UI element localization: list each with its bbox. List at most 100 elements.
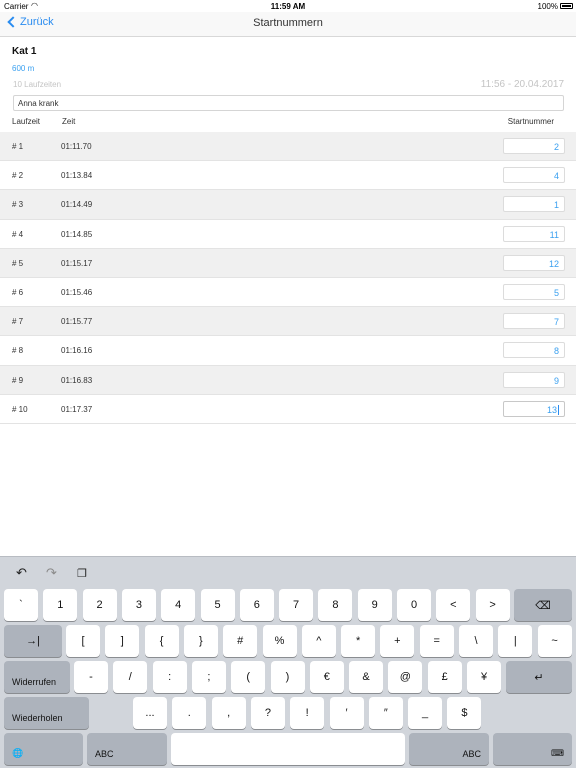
key[interactable]: )	[270, 661, 305, 693]
redo-icon[interactable]: ↷	[46, 565, 57, 581]
key[interactable]: @	[388, 661, 423, 693]
widerrufen-key[interactable]: Widerrufen	[4, 661, 70, 693]
startnummer-input[interactable]: 9	[503, 371, 565, 388]
return-key[interactable]: ↵	[506, 661, 572, 693]
table-row: # 3 01:14.49 1	[0, 190, 576, 220]
key-label: #	[237, 635, 244, 647]
delete-key[interactable]: ⌫	[514, 589, 572, 621]
key[interactable]: ¥	[467, 661, 501, 693]
distance-label: 600 m	[12, 64, 35, 73]
key[interactable]: -	[74, 661, 108, 693]
startnummer-input[interactable]: 5	[503, 283, 565, 300]
key[interactable]: 9	[357, 589, 392, 621]
key[interactable]: *	[341, 625, 376, 657]
key[interactable]: €	[309, 661, 344, 693]
key[interactable]: 2	[82, 589, 117, 621]
row-time: 01:15.77	[61, 317, 93, 327]
category-title: Kat 1	[12, 46, 37, 57]
key[interactable]: &	[349, 661, 384, 693]
abc-right-key[interactable]: ABC	[409, 733, 489, 765]
key[interactable]: <	[436, 589, 471, 621]
startnummer-input-active[interactable]: 13	[503, 400, 565, 417]
key-label: 2	[96, 599, 103, 611]
battery-icon	[560, 3, 573, 9]
key-label: ,	[227, 707, 231, 719]
key[interactable]: 8	[318, 589, 353, 621]
key[interactable]: ′	[329, 697, 364, 729]
key[interactable]: 4	[161, 589, 196, 621]
key[interactable]: 6	[239, 589, 274, 621]
key[interactable]: 0	[397, 589, 431, 621]
key-label: ^	[316, 635, 322, 647]
key-label: &	[362, 671, 370, 683]
key[interactable]: {	[144, 625, 179, 657]
key[interactable]: (	[231, 661, 266, 693]
key[interactable]: +	[380, 625, 415, 657]
key[interactable]: ?	[250, 697, 285, 729]
startnummer-input[interactable]: 8	[503, 342, 565, 359]
key-label: }	[199, 635, 203, 647]
key-label: _	[422, 707, 429, 719]
key-label: 5	[214, 599, 221, 611]
table-row: # 10 01:17.37 13	[0, 395, 576, 424]
row-time: 01:15.46	[61, 287, 93, 297]
key-label: ;	[207, 671, 211, 683]
startnummer-input[interactable]: 4	[503, 167, 565, 184]
key-label: ?	[264, 707, 271, 719]
space-key[interactable]	[171, 733, 405, 765]
tab-key-label: →|	[26, 635, 40, 647]
hide-keyboard-key[interactable]: ⌨	[493, 733, 572, 765]
key[interactable]: 7	[279, 589, 314, 621]
results-table: # 1 01:11.70 2 # 2 01:13.84 4 # 3 01:14.…	[0, 132, 576, 424]
key[interactable]: 1	[43, 589, 78, 621]
key[interactable]: £	[427, 661, 462, 693]
key-label: ¥	[480, 671, 488, 683]
startnummer-input[interactable]: 2	[503, 138, 565, 154]
row-time: 01:11.70	[61, 142, 92, 151]
key[interactable]: >	[475, 589, 510, 621]
key[interactable]: :	[152, 661, 187, 693]
key[interactable]: `	[4, 589, 38, 621]
key[interactable]: }	[183, 625, 218, 657]
tab-key[interactable]: →|	[4, 625, 62, 657]
startnummer-input[interactable]: 7	[503, 313, 565, 330]
key[interactable]: \	[459, 625, 493, 657]
key[interactable]: ...	[133, 697, 167, 729]
abc-right-key-label: ABC	[462, 749, 481, 759]
key-label: [	[81, 635, 85, 647]
wiederholen-key[interactable]: Wiederholen	[4, 697, 89, 729]
key[interactable]: 3	[121, 589, 156, 621]
key[interactable]: ,	[211, 697, 246, 729]
key[interactable]: /	[113, 661, 148, 693]
run-datetime: 11:56 - 20.04.2017	[480, 79, 564, 90]
paste-icon[interactable]: ❐	[77, 567, 87, 580]
key[interactable]: |	[498, 625, 533, 657]
key[interactable]: !	[290, 697, 325, 729]
row-laufzeit: # 4	[12, 229, 24, 239]
startnummer-input[interactable]: 11	[503, 225, 565, 242]
undo-icon[interactable]: ↶	[16, 565, 27, 581]
key[interactable]: ]	[105, 625, 140, 657]
startnummer-input[interactable]: 12	[503, 254, 565, 271]
key[interactable]: %	[262, 625, 297, 657]
startnummer-input[interactable]: 1	[503, 196, 565, 213]
column-header-startnummer: Startnummer	[507, 117, 554, 126]
key[interactable]: 5	[200, 589, 235, 621]
globe-key[interactable]: 🌐	[4, 733, 83, 765]
key[interactable]: .	[172, 697, 207, 729]
key[interactable]: ;	[191, 661, 226, 693]
key-label: 1	[57, 599, 64, 611]
key[interactable]: ~	[537, 625, 572, 657]
key[interactable]: #	[223, 625, 258, 657]
page-title: Startnummern	[253, 17, 323, 29]
key[interactable]: $	[447, 697, 482, 729]
key[interactable]: [	[66, 625, 100, 657]
note-field[interactable]: Anna krank	[13, 95, 564, 111]
key[interactable]: =	[419, 625, 454, 657]
key[interactable]: ″	[368, 697, 403, 729]
key[interactable]: ^	[301, 625, 336, 657]
row-time: 01:14.85	[61, 229, 93, 239]
abc-left-key[interactable]: ABC	[87, 733, 167, 765]
key[interactable]: _	[408, 697, 443, 729]
row-laufzeit: # 5	[12, 258, 24, 268]
